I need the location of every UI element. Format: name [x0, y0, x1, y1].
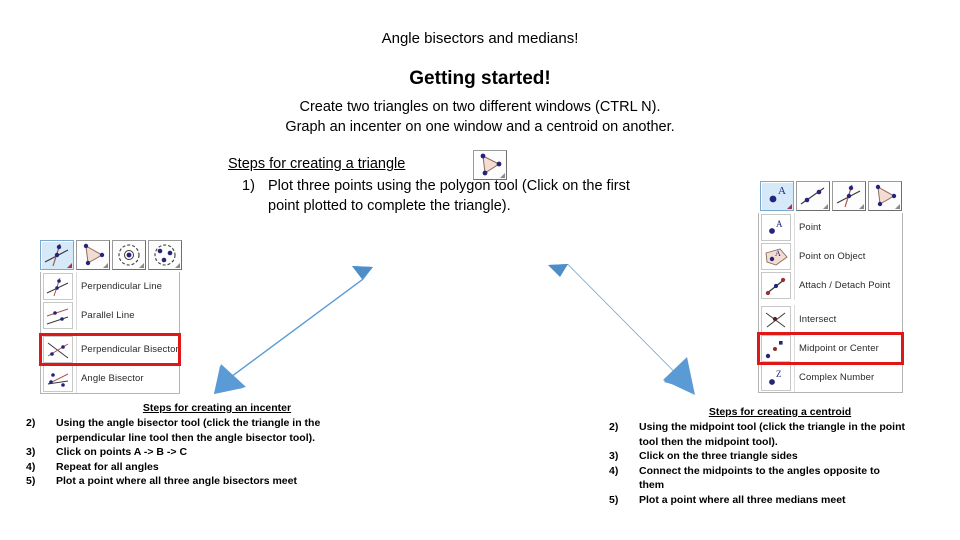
menu-item-label: Perpendicular Bisector: [76, 335, 179, 364]
svg-text:A: A: [776, 219, 783, 229]
point-on-object-icon: A: [761, 243, 791, 270]
menu-item-angle-bisector[interactable]: Angle Bisector: [41, 364, 179, 393]
step-text: Connect the midpoints to the angles oppo…: [639, 464, 880, 492]
centroid-steps-block: Steps for creating a centroid 2) Using t…: [605, 405, 905, 507]
menu-item-attach-detach-point[interactable]: Attach / Detach Point: [759, 271, 902, 300]
menu-item-parallel-line[interactable]: Parallel Line: [41, 301, 179, 330]
step-text: Click on points A -> B -> C: [56, 446, 188, 458]
menu-item-intersect[interactable]: Intersect: [759, 305, 902, 334]
left-tool-menu[interactable]: Perpendicular Line Parallel Line Perpend…: [39, 272, 181, 394]
menu-item-point-on-object[interactable]: A Point on Object: [759, 242, 902, 271]
dropdown-corner-icon: [139, 263, 144, 268]
step-text: Using the midpoint tool (click the trian…: [639, 421, 905, 448]
parallel-line-icon: [43, 302, 73, 329]
incenter-step-item: 3) Click on points A -> B -> C: [22, 445, 352, 460]
menu-item-label: Intersect: [794, 305, 902, 334]
incenter-steps-heading: Steps for creating an incenter: [142, 402, 292, 414]
getting-started-heading: Getting started!: [409, 68, 551, 89]
left-toolbar-row[interactable]: [40, 240, 184, 270]
left-toolbar-polygon-tool[interactable]: [76, 240, 110, 270]
menu-item-label: Midpoint or Center: [794, 334, 902, 363]
midpoint-or-center-icon: [761, 335, 791, 362]
dropdown-corner-icon: [859, 204, 864, 209]
centroid-step-item: 3) Click on the three triangle sides: [605, 449, 905, 464]
svg-text:Z: Z: [776, 369, 782, 379]
point-icon: A: [761, 214, 791, 241]
triangle-steps-heading: Steps for creating a triangle: [228, 156, 406, 172]
incenter-step-item: 4) Repeat for all angles: [22, 460, 352, 475]
dropdown-corner-icon: [787, 204, 792, 209]
arrow-to-centroid-steps: [548, 264, 695, 395]
dropdown-corner-icon: [175, 263, 180, 268]
menu-item-midpoint-or-center[interactable]: Midpoint or Center: [757, 332, 904, 365]
incenter-steps-block: Steps for creating an incenter 2) Using …: [22, 401, 352, 489]
dropdown-corner-icon: [823, 204, 828, 209]
right-tool-menu[interactable]: A Point A Point on Object Attach / Detac…: [757, 213, 904, 393]
centroid-steps-heading: Steps for creating a centroid: [708, 406, 852, 418]
angle-bisector-icon: [43, 365, 73, 392]
right-toolbar-polygon-tool[interactable]: [868, 181, 902, 211]
step-text: Repeat for all angles: [56, 460, 159, 473]
incenter-step-item: 2) Using the angle bisector tool (click …: [22, 416, 352, 445]
step-number: 3): [26, 446, 36, 458]
menu-item-label: Complex Number: [794, 363, 902, 392]
step-number: 2): [26, 417, 36, 429]
intro-line-1: Create two triangles on two different wi…: [299, 99, 661, 115]
step-text: Plot a point where all three angle bisec…: [56, 475, 297, 487]
dropdown-corner-icon: [103, 263, 108, 268]
svg-text:A: A: [775, 249, 781, 258]
step-number: 2): [609, 421, 619, 433]
centroid-step-item: 4) Connect the midpoints to the angles o…: [605, 464, 905, 493]
menu-item-label: Point: [794, 213, 902, 242]
centroid-step-item: 2) Using the midpoint tool (click the tr…: [605, 420, 905, 449]
step-number: 5): [609, 493, 619, 506]
menu-item-label: Point on Object: [794, 242, 902, 271]
right-toolbar-perpendicular-line-tool[interactable]: [832, 181, 866, 211]
attach-detach-point-icon: [761, 272, 791, 299]
right-toolbar-row[interactable]: A: [760, 181, 904, 211]
triangle-step-item: 1) Plot three points using the polygon t…: [228, 176, 648, 216]
menu-item-label: Angle Bisector: [76, 364, 179, 393]
incenter-step-item: 5) Plot a point where all three angle bi…: [22, 474, 352, 489]
menu-item-point[interactable]: A Point: [759, 213, 902, 242]
dropdown-corner-icon: [895, 204, 900, 209]
menu-item-label: Perpendicular Line: [76, 272, 179, 301]
step-number: 3): [609, 450, 619, 462]
menu-item-perpendicular-bisector[interactable]: Perpendicular Bisector: [39, 333, 181, 366]
svg-text:A: A: [778, 185, 786, 197]
step-text: Click on the three triangle sides: [639, 450, 798, 462]
page-title: Angle bisectors and medians!: [381, 30, 579, 47]
step-number: 4): [26, 460, 36, 473]
dropdown-corner-icon: [67, 263, 72, 268]
perpendicular-bisector-icon: [43, 336, 73, 363]
left-toolbar-circle-through-three-points-tool[interactable]: [148, 240, 182, 270]
polygon-tool-icon[interactable]: [473, 150, 507, 180]
step-text: Plot a point where all three medians mee…: [639, 493, 846, 506]
right-toolbar-line-tool[interactable]: [796, 181, 830, 211]
intro-text: Create two triangles on two different wi…: [0, 97, 960, 137]
step-number: 4): [609, 464, 619, 477]
perpendicular-line-icon: [43, 273, 73, 300]
left-toolbar-perpendicular-line-tool[interactable]: [40, 240, 74, 270]
complex-number-icon: Z: [761, 364, 791, 391]
intro-line-2: Graph an incenter on one window and a ce…: [285, 119, 675, 135]
triangle-step-text: Plot three points using the polygon tool…: [268, 178, 630, 214]
menu-item-complex-number[interactable]: Z Complex Number: [759, 363, 902, 392]
step-number: 5): [26, 475, 36, 487]
right-toolbar-point-tool[interactable]: A: [760, 181, 794, 211]
left-toolbar-circle-with-center-tool[interactable]: [112, 240, 146, 270]
step-text: Using the angle bisector tool (click the…: [56, 417, 321, 444]
menu-item-perpendicular-line[interactable]: Perpendicular Line: [41, 272, 179, 301]
centroid-step-item: 5) Plot a point where all three medians …: [605, 493, 905, 508]
intersect-icon: [761, 306, 791, 333]
arrow-to-incenter-steps: [214, 266, 373, 394]
triangle-step-number: 1): [242, 178, 255, 194]
dropdown-corner-icon: [500, 173, 505, 178]
menu-item-label: Attach / Detach Point: [794, 271, 902, 300]
menu-item-label: Parallel Line: [76, 301, 179, 330]
triangle-steps-block: Steps for creating a triangle 1) Plot th…: [228, 155, 648, 216]
